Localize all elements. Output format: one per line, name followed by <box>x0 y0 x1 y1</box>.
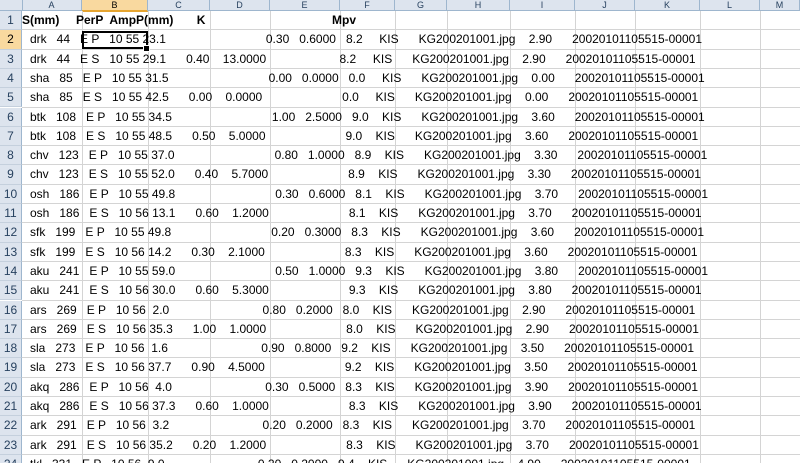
row-header-24[interactable]: 24 <box>0 454 22 463</box>
row-content-5: sha 85 E S 10 55 42.5 0.00 0.0000 0.0 KI… <box>30 90 699 105</box>
row-header-11[interactable]: 11 <box>0 204 22 224</box>
row-header-4[interactable]: 4 <box>0 68 22 89</box>
row-header-20[interactable]: 20 <box>0 377 22 397</box>
row-content-22: ark 291 E P 10 56 3.2 0.20 0.2000 8.3 KI… <box>30 418 696 433</box>
column-header-g[interactable]: G <box>395 0 447 10</box>
column-header-i[interactable]: I <box>510 0 575 10</box>
row-content-7: btk 108 E S 10 55 48.5 0.50 5.0000 9.0 K… <box>30 128 699 143</box>
row-header-23[interactable]: 23 <box>0 435 22 455</box>
row-content-3: drk 44 E S 10 55 29.1 0.40 13.0000 8.2 K… <box>30 51 696 66</box>
row-content-9: chv 123 E S 10 55 52.0 0.40 5.7000 8.9 K… <box>30 167 701 182</box>
column-header-f[interactable]: F <box>340 0 395 10</box>
row-header-7[interactable]: 7 <box>0 126 22 147</box>
row-header-13[interactable]: 13 <box>0 242 22 262</box>
column-header-a[interactable]: A <box>22 0 82 10</box>
row-header-12[interactable]: 12 <box>0 223 22 243</box>
row-content-18: sla 273 E P 10 56 1.6 0.90 0.8000 9.2 KI… <box>30 341 695 356</box>
row-content-23: ark 291 E S 10 56 35.2 0.20 1.2000 8.3 K… <box>30 437 699 452</box>
row-header-22[interactable]: 22 <box>0 416 22 436</box>
column-header-d[interactable]: D <box>210 0 270 10</box>
row-header-14[interactable]: 14 <box>0 261 22 282</box>
row-content-4: sha 85 E P 10 55 31.5 0.00 0.0000 0.0 KI… <box>30 70 705 85</box>
row-content-20: akq 286 E P 10 56 4.0 0.30 0.5000 8.3 KI… <box>30 379 699 394</box>
row-header-3[interactable]: 3 <box>0 49 22 69</box>
select-all-corner[interactable] <box>0 0 23 10</box>
row-content-14: aku 241 E P 10 55 59.0 0.50 1.0000 9.3 K… <box>30 263 709 278</box>
column-header-m[interactable]: M <box>760 0 800 10</box>
row-content-24: tkl 331 E P 10 56 9.0 0.20 0.2000 9.4 KI… <box>30 454 691 463</box>
row-content-6: btk 108 E P 10 55 34.5 1.00 2.5000 9.0 K… <box>30 109 705 124</box>
row-content-21: akq 286 E S 10 56 37.3 0.60 1.0000 8.3 K… <box>30 399 702 413</box>
column-header-k[interactable]: K <box>635 0 700 10</box>
row-content-15: aku 241 E S 10 56 30.0 0.60 5.3000 9.3 K… <box>30 283 702 298</box>
row-content-1: S(mm) PerP AmpP(mm) K Mpv <box>22 13 357 27</box>
row-header-10[interactable]: 10 <box>0 184 22 204</box>
row-header-5[interactable]: 5 <box>0 88 22 108</box>
row-header-9[interactable]: 9 <box>0 165 22 185</box>
row-content-13: sfk 199 E S 10 56 14.2 0.30 2.1000 8.3 K… <box>30 244 698 259</box>
row-content-12: sfk 199 E P 10 55 49.8 0.20 0.3000 8.3 K… <box>30 225 705 240</box>
row-content-8: chv 123 E P 10 55 37.0 0.80 1.0000 8.9 K… <box>30 148 708 163</box>
row-content-19: sla 273 E S 10 56 37.7 0.90 4.5000 9.2 K… <box>30 360 698 375</box>
row-header-1[interactable]: 1 <box>0 11 22 31</box>
row-content-10: osh 186 E P 10 55 49.8 0.30 0.6000 8.1 K… <box>30 186 709 201</box>
spreadsheet: ABCDEFGHIJKLM 1 2 3 4 5 6 7 8 9 10 11 12 13 14 15 16 17 1… <box>0 0 800 463</box>
row-header-6[interactable]: 6 <box>0 107 22 127</box>
column-header-c[interactable]: C <box>148 0 210 10</box>
row-header-16[interactable]: 16 <box>0 300 22 320</box>
active-cell-B2[interactable] <box>82 31 148 49</box>
row-header-18[interactable]: 18 <box>0 339 22 359</box>
row-content-17: ars 269 E S 10 56 35.3 1.00 1.0000 8.0 K… <box>30 321 699 336</box>
row-header-17[interactable]: 17 <box>0 319 22 340</box>
cell-grid[interactable]: S(mm) PerP AmpP(mm) K Mpv drk 44 E P 10 5… <box>22 11 800 463</box>
row-header-2[interactable]: 2 <box>0 30 22 50</box>
column-header-h[interactable]: H <box>447 0 510 10</box>
column-header-j[interactable]: J <box>575 0 635 10</box>
column-header-l[interactable]: L <box>700 0 760 10</box>
fill-handle[interactable] <box>143 45 150 52</box>
row-header-21[interactable]: 21 <box>0 397 22 417</box>
column-header-e[interactable]: E <box>270 0 340 10</box>
row-content-16: ars 269 E P 10 56 2.0 0.80 0.2000 8.0 KI… <box>30 302 696 317</box>
row-header-15[interactable]: 15 <box>0 281 22 301</box>
row-header-19[interactable]: 19 <box>0 358 22 378</box>
row-header-8[interactable]: 8 <box>0 146 22 166</box>
row-content-11: osh 186 E S 10 56 13.1 0.60 1.2000 8.1 K… <box>30 206 702 220</box>
